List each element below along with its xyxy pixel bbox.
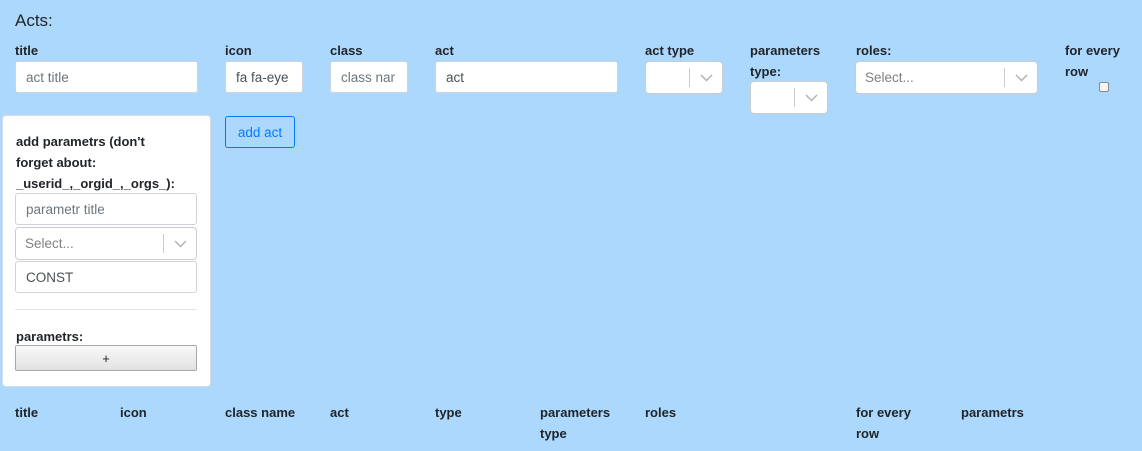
table-header-line: roles <box>645 405 677 420</box>
table-header-title: title <box>15 402 38 423</box>
chevron-down-icon[interactable] <box>795 93 827 102</box>
class-input[interactable]: class nar <box>330 61 408 93</box>
table-header-type: type <box>435 402 462 423</box>
act-title-input[interactable]: act title <box>15 61 198 93</box>
parameter-type-select[interactable]: Select... <box>15 227 197 260</box>
icon-label: icon <box>225 43 252 58</box>
parameter-value-input[interactable]: CONST <box>15 261 197 293</box>
for-every-row-label-line2: row <box>1065 64 1089 79</box>
table-header-parametrs: parametrs <box>961 402 1024 423</box>
add-parameter-button[interactable]: + <box>15 345 197 371</box>
chevron-down-icon[interactable] <box>1005 73 1037 82</box>
act-type-select[interactable] <box>645 61 723 94</box>
table-header-line: icon <box>120 405 147 420</box>
act-title-placeholder: act title <box>26 69 69 85</box>
parameter-title-placeholder: parametr title <box>26 201 105 217</box>
parameter-value: CONST <box>26 269 74 285</box>
parameter-title-input[interactable]: parametr title <box>15 193 197 225</box>
roles-select[interactable]: Select... <box>855 61 1038 94</box>
parameters-type-label-line1: parameters <box>750 43 821 58</box>
table-header-act: act <box>330 402 349 423</box>
table-header-line: type <box>540 426 567 441</box>
for-every-row-label: for every row <box>1065 40 1120 82</box>
parameters-list-label: parametrs: <box>16 329 84 344</box>
parameters-type-label-line2: type: <box>750 64 782 79</box>
chevron-down-icon[interactable] <box>164 239 196 248</box>
act-input-value: act <box>446 69 465 85</box>
panel-divider <box>15 309 197 310</box>
table-header-icon: icon <box>120 402 147 423</box>
table-header-line: act <box>330 405 349 420</box>
parameters-type-select[interactable] <box>750 81 828 114</box>
table-header-parameters-type: parameters type <box>540 402 610 444</box>
parameters-type-label: parameters type: <box>750 40 820 82</box>
table-header-line: parameters <box>540 405 611 420</box>
add-act-button[interactable]: add act <box>225 116 295 148</box>
roles-label: roles: <box>856 43 892 58</box>
act-type-label: act type <box>645 43 695 58</box>
class-placeholder: class nar <box>341 69 396 85</box>
icon-input-value: fa fa-eye <box>236 69 289 85</box>
icon-input[interactable]: fa fa-eye <box>225 61 303 93</box>
table-header-line: for every <box>856 405 911 420</box>
table-header-class-name: class name <box>225 402 295 423</box>
table-header-line: title <box>15 405 39 420</box>
table-header-line: row <box>856 426 880 441</box>
table-header-for-every-row: for every row <box>856 402 911 444</box>
add-parameters-title-line2: forget about: <box>16 155 97 170</box>
table-header-line: parametrs <box>961 405 1024 420</box>
add-parameters-title-line1: add parametrs (don't <box>16 134 145 149</box>
roles-placeholder: Select... <box>865 70 914 85</box>
for-every-row-checkbox[interactable] <box>1099 82 1109 92</box>
chevron-down-icon[interactable] <box>690 73 722 82</box>
table-header-line: type <box>435 405 462 420</box>
parameter-type-placeholder: Select... <box>25 236 74 251</box>
act-label: act <box>435 43 454 58</box>
page-title: Acts: <box>15 11 53 30</box>
act-input[interactable]: act <box>435 61 618 93</box>
add-parameters-title-line3: _userid_,_orgid_,_orgs_): <box>16 176 175 191</box>
for-every-row-label-line1: for every <box>1065 43 1120 58</box>
add-parameters-title: add parametrs (don't forget about: _user… <box>16 131 175 194</box>
table-header-roles: roles <box>645 402 676 423</box>
title-label: title <box>15 43 39 58</box>
class-label: class <box>330 43 363 58</box>
table-header-line: class name <box>225 405 296 420</box>
